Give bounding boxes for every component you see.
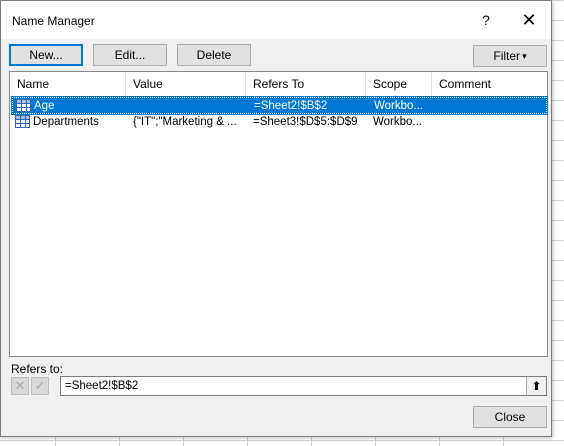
row-refers-to: =Sheet2!$B$2: [254, 100, 328, 112]
dialog-title: Name Manager: [12, 14, 95, 28]
row-name: Age: [34, 100, 55, 112]
refers-to-label: Refers to:: [11, 362, 64, 376]
table-row[interactable]: Age =Sheet2!$B$2 Workbo...: [11, 96, 548, 115]
names-list[interactable]: Name Value Refers To Scope Comment Age =…: [9, 71, 548, 357]
row-scope: Workbo...: [374, 100, 423, 112]
new-button-label: New...: [29, 48, 63, 62]
column-header-scope[interactable]: Scope: [366, 72, 432, 96]
cancel-x-icon[interactable]: ✕: [11, 377, 29, 395]
edit-button-label: Edit...: [114, 48, 146, 62]
close-button-label: Close: [494, 410, 526, 424]
row-value: {"IT";"Marketing & ...: [133, 116, 237, 128]
collapse-dialog-icon[interactable]: ⬆: [526, 377, 546, 395]
close-icon[interactable]: ✕: [507, 1, 551, 39]
delete-button[interactable]: Delete: [177, 44, 251, 66]
edit-button[interactable]: Edit...: [93, 44, 167, 66]
checkmark-icon[interactable]: ✓: [31, 377, 49, 395]
list-header: Name Value Refers To Scope Comment: [10, 72, 547, 97]
filter-button-label: Filter: [493, 49, 521, 63]
refers-to-input[interactable]: =Sheet2!$B$2: [60, 376, 547, 396]
help-button[interactable]: ?: [464, 1, 508, 39]
column-header-value[interactable]: Value: [126, 72, 246, 96]
new-button[interactable]: New...: [9, 44, 83, 66]
table-row[interactable]: Departments {"IT";"Marketing & ... =Shee…: [12, 114, 547, 131]
name-range-icon: [16, 99, 31, 112]
delete-button-label: Delete: [196, 48, 232, 62]
chevron-down-icon: ▾: [522, 50, 527, 61]
close-button[interactable]: Close: [473, 406, 547, 428]
row-name: Departments: [33, 116, 99, 128]
dialog-titlebar: Name Manager ? ✕: [1, 1, 551, 39]
column-header-name[interactable]: Name: [10, 72, 126, 96]
name-range-icon: [15, 115, 30, 128]
filter-button[interactable]: Filter ▾: [473, 45, 547, 67]
name-manager-dialog: Name Manager ? ✕ New... Edit... Delete F…: [0, 0, 552, 437]
column-header-refers-to[interactable]: Refers To: [246, 72, 366, 96]
row-scope: Workbo...: [373, 116, 422, 128]
row-refers-to: =Sheet3!$D$5:$D$9: [253, 116, 358, 128]
column-header-comment[interactable]: Comment: [432, 72, 547, 96]
